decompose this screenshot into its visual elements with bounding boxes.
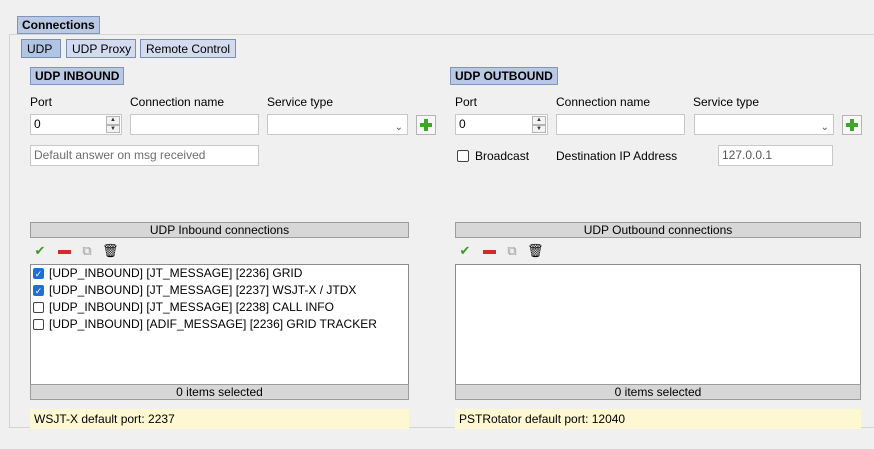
item-checkbox[interactable]: ✓ bbox=[33, 285, 44, 296]
outbound-footer: 0 items selected bbox=[455, 384, 861, 400]
duplicate-icon[interactable]: ⧉ bbox=[504, 243, 520, 259]
tab-udp[interactable]: UDP bbox=[21, 39, 61, 58]
dest-ip-label: Destination IP Address bbox=[556, 149, 678, 163]
inbound-list[interactable]: ✓ [UDP_INBOUND] [JT_MESSAGE] [2236] GRID… bbox=[30, 264, 409, 385]
outbound-service-select[interactable]: ⌄ bbox=[694, 114, 834, 135]
inbound-port-input[interactable]: 0 ▲ ▼ bbox=[30, 114, 122, 135]
spin-down-icon[interactable]: ▼ bbox=[106, 124, 120, 133]
chevron-down-icon: ⌄ bbox=[820, 122, 829, 133]
list-item-label: [UDP_INBOUND] [JT_MESSAGE] [2238] CALL I… bbox=[49, 300, 334, 314]
check-all-icon[interactable]: ✔ bbox=[32, 243, 48, 259]
default-answer-input[interactable]: Default answer on msg received bbox=[30, 145, 259, 166]
remove-icon[interactable] bbox=[481, 243, 497, 259]
section-title: Connections bbox=[17, 16, 100, 34]
inbound-port-label: Port bbox=[30, 95, 53, 109]
outbound-toolbar: ✔ ⧉ 🗑 bbox=[455, 241, 861, 261]
outbound-list-header: UDP Outbound connections bbox=[455, 222, 861, 238]
list-item-label: [UDP_INBOUND] [JT_MESSAGE] [2237] WSJT-X… bbox=[49, 283, 357, 297]
inbound-port-spinner[interactable]: ▲ ▼ bbox=[106, 116, 120, 133]
outbound-port-input[interactable]: 0 ▲ ▼ bbox=[455, 114, 548, 135]
inbound-port-value: 0 bbox=[34, 117, 41, 131]
inbound-name-label: Connection name bbox=[130, 95, 225, 109]
delete-icon[interactable]: 🗑 bbox=[527, 243, 544, 259]
plus-icon-stem bbox=[424, 119, 428, 131]
inbound-service-select[interactable]: ⌄ bbox=[267, 114, 408, 135]
outbound-note: PSTRotator default port: 12040 bbox=[455, 409, 861, 429]
list-item-label: [UDP_INBOUND] [JT_MESSAGE] [2236] GRID bbox=[49, 266, 303, 280]
inbound-footer: 0 items selected bbox=[30, 384, 409, 400]
delete-icon[interactable]: 🗑 bbox=[102, 243, 119, 259]
outbound-title: UDP OUTBOUND bbox=[450, 67, 558, 85]
inbound-title: UDP INBOUND bbox=[30, 67, 125, 85]
outbound-add-button[interactable] bbox=[842, 115, 862, 135]
remove-icon[interactable] bbox=[56, 243, 72, 259]
duplicate-icon[interactable]: ⧉ bbox=[79, 243, 95, 259]
dest-ip-input[interactable]: 127.0.0.1 bbox=[718, 145, 833, 166]
outbound-port-value: 0 bbox=[459, 117, 466, 131]
check-all-icon[interactable]: ✔ bbox=[457, 243, 473, 259]
item-checkbox[interactable] bbox=[33, 319, 44, 330]
list-item-label: [UDP_INBOUND] [ADIF_MESSAGE] [2236] GRID… bbox=[49, 317, 377, 331]
outbound-name-input[interactable] bbox=[556, 114, 685, 135]
inbound-list-header: UDP Inbound connections bbox=[30, 222, 409, 238]
outbound-name-label: Connection name bbox=[556, 95, 651, 109]
plus-icon-stem bbox=[850, 119, 854, 131]
spin-up-icon[interactable]: ▲ bbox=[106, 116, 120, 125]
outbound-port-label: Port bbox=[455, 95, 478, 109]
broadcast-label: Broadcast bbox=[475, 149, 530, 163]
outbound-list[interactable] bbox=[455, 264, 861, 385]
inbound-note: WSJT-X default port: 2237 bbox=[30, 409, 409, 429]
item-checkbox[interactable] bbox=[33, 302, 44, 313]
inbound-toolbar: ✔ ⧉ 🗑 bbox=[30, 241, 409, 261]
tab-remote-control[interactable]: Remote Control bbox=[140, 39, 236, 58]
spin-up-icon[interactable]: ▲ bbox=[532, 116, 546, 125]
inbound-add-button[interactable] bbox=[416, 115, 436, 135]
chevron-down-icon: ⌄ bbox=[394, 122, 403, 133]
broadcast-checkbox[interactable] bbox=[457, 150, 469, 162]
spin-down-icon[interactable]: ▼ bbox=[532, 124, 546, 133]
inbound-service-label: Service type bbox=[267, 95, 334, 109]
outbound-port-spinner[interactable]: ▲ ▼ bbox=[532, 116, 546, 133]
item-checkbox[interactable]: ✓ bbox=[33, 268, 44, 279]
outbound-service-label: Service type bbox=[693, 95, 760, 109]
inbound-name-input[interactable] bbox=[130, 114, 259, 135]
tab-udp-proxy[interactable]: UDP Proxy bbox=[66, 39, 136, 58]
